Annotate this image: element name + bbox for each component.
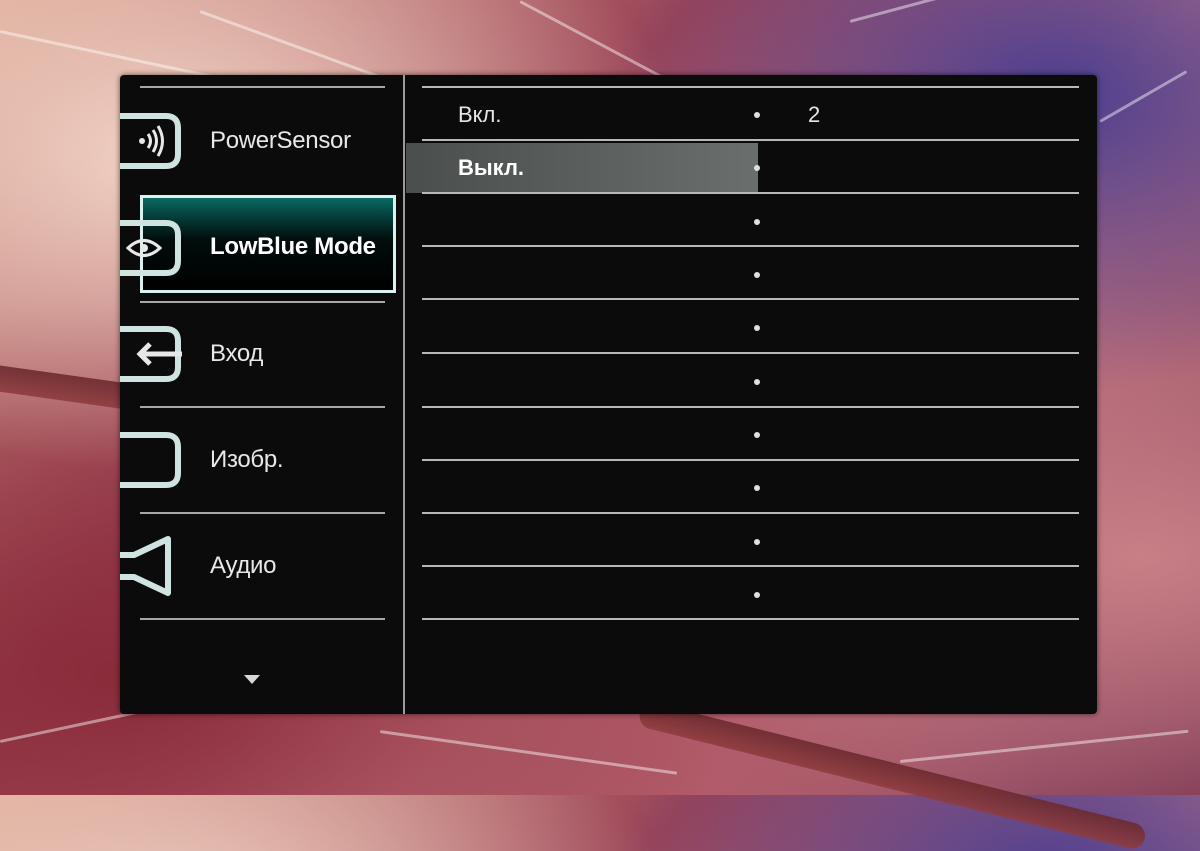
chevron-down-icon[interactable] [244,675,260,684]
menu-item-powersensor[interactable]: PowerSensor [120,88,403,194]
option-value: 2 [808,102,821,127]
option-bullet [754,379,760,385]
row-divider [422,565,1079,567]
row-divider [422,192,1079,194]
option-bullet [754,432,760,438]
row-divider [422,298,1079,300]
row-divider [422,352,1079,354]
option-row[interactable] [405,195,1097,248]
option-row[interactable] [405,515,1097,568]
menu-divider [140,618,385,620]
menu-item-lowblue-mode[interactable]: LowBlue Mode [120,195,403,301]
menu-item-label: Аудио [210,552,277,579]
option-bullet [754,112,760,118]
option-row-off[interactable]: Выкл. [405,141,1097,194]
option-row-on[interactable]: Вкл. 2 [405,88,1097,141]
submenu-options: Вкл. 2 Выкл. [405,75,1097,714]
row-divider [422,245,1079,247]
option-row[interactable] [405,461,1097,514]
option-label: Выкл. [458,155,525,180]
powersensor-icon [120,113,181,169]
menu-item-label: LowBlue Mode [210,233,376,260]
option-row[interactable] [405,248,1097,301]
option-bullet [754,592,760,598]
main-menu: PowerSensor LowBlue Mode Вход Изобр. Ауд… [120,75,403,714]
option-row[interactable] [405,355,1097,408]
option-row[interactable] [405,568,1097,621]
row-divider [422,618,1079,620]
menu-item-audio[interactable]: Аудио [120,513,403,619]
osd-menu: PowerSensor LowBlue Mode Вход Изобр. Ауд… [120,75,1097,714]
menu-item-input[interactable]: Вход [120,301,403,407]
menu-item-picture[interactable]: Изобр. [120,407,403,513]
option-bullet [754,272,760,278]
option-bullet [754,539,760,545]
option-bullet [754,485,760,491]
picture-icon [120,432,181,488]
option-bullet [754,165,760,171]
menu-item-label: Изобр. [210,446,284,473]
menu-item-label: Вход [210,340,264,367]
option-label: Вкл. [458,102,502,127]
option-bullet [754,219,760,225]
option-bullet [754,325,760,331]
row-divider [422,512,1079,514]
eye-icon [120,220,181,276]
option-row[interactable] [405,301,1097,354]
option-row[interactable] [405,408,1097,461]
speaker-icon [120,536,171,596]
input-icon [120,326,182,382]
menu-item-label: PowerSensor [210,127,351,154]
